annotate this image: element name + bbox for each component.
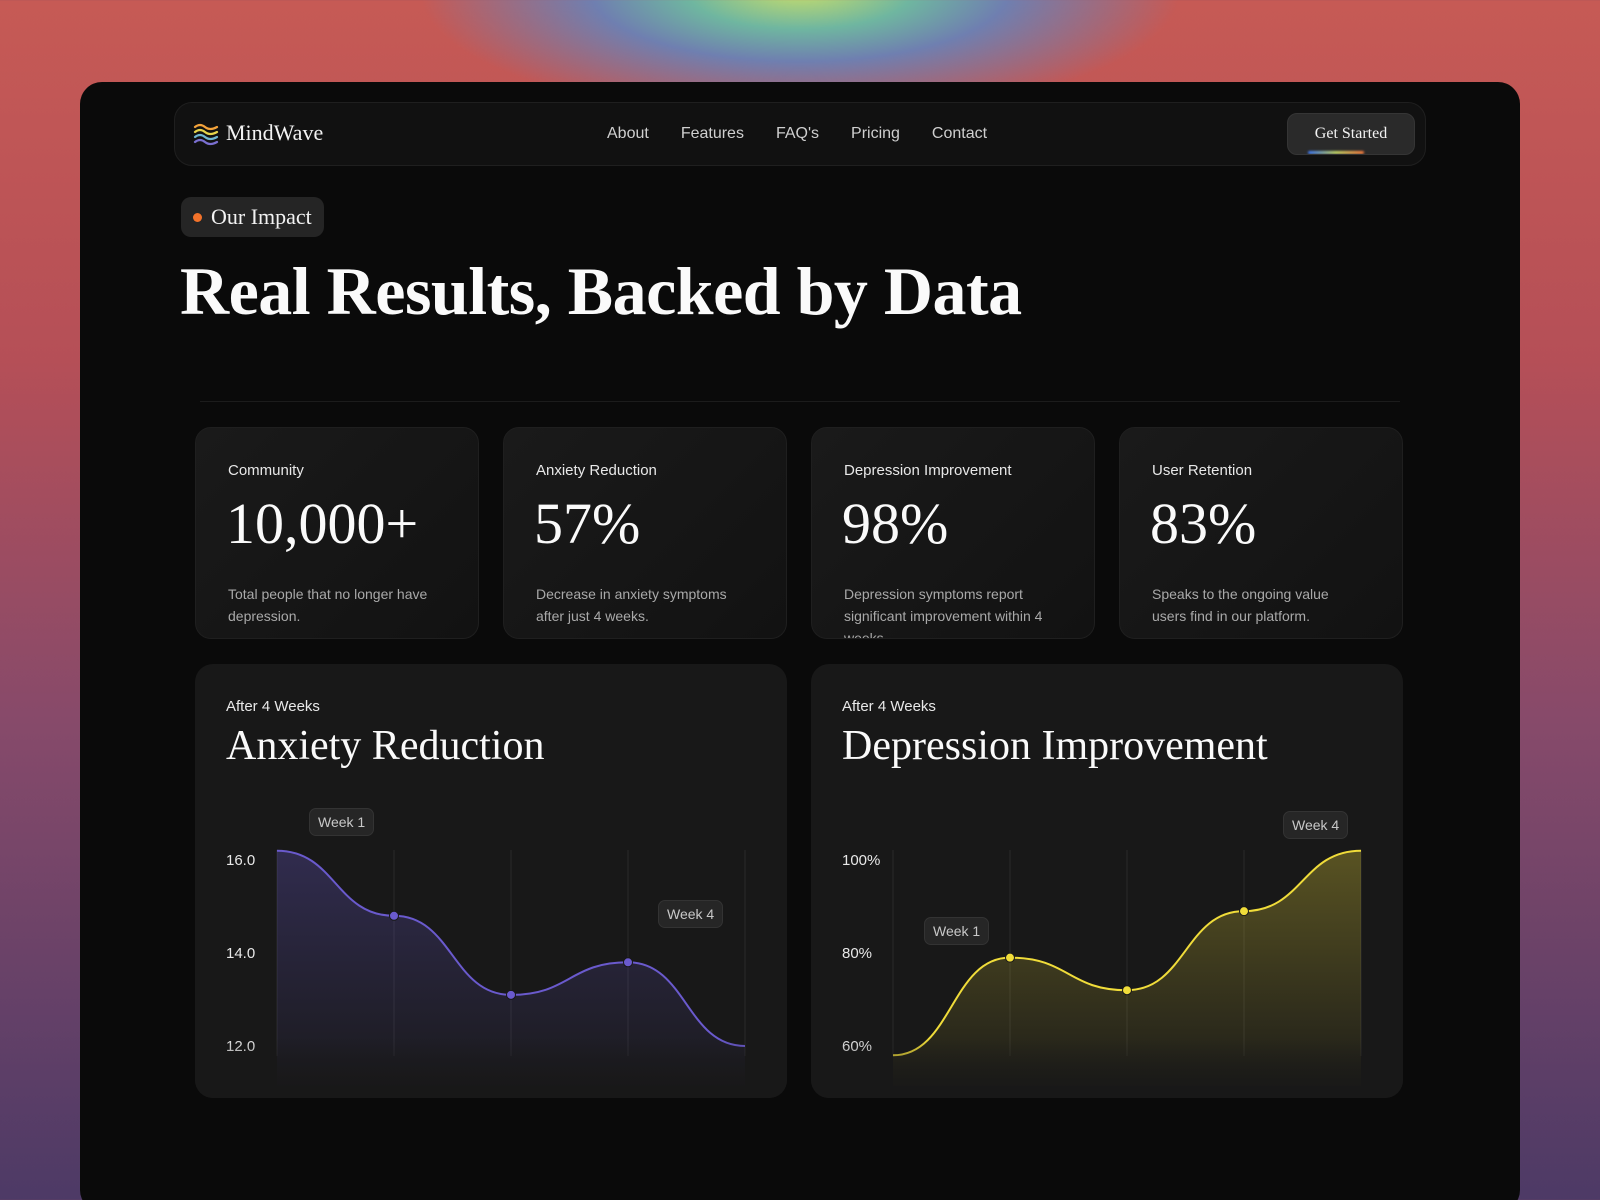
- stat-card-community: Community 10,000+ Total people that no l…: [195, 427, 479, 639]
- bottom-fade: [195, 1038, 787, 1098]
- depression-chart-card: After 4 Weeks Depression Improvement 100…: [811, 664, 1403, 1098]
- stat-description: Depression symptoms report significant i…: [844, 586, 1043, 639]
- nav-links: About Features FAQ's Pricing Contact: [607, 125, 987, 143]
- stat-label: Anxiety Reduction: [536, 462, 657, 479]
- anxiety-chart-card: After 4 Weeks Anxiety Reduction 16.0 14.0…: [195, 664, 787, 1098]
- stat-card-anxiety: Anxiety Reduction 57% Decrease in anxiet…: [503, 427, 787, 639]
- bottom-fade: [811, 1038, 1403, 1098]
- stat-card-depression: Depression Improvement 98% Depression sy…: [811, 427, 1095, 639]
- nav-link-about[interactable]: About: [607, 125, 649, 143]
- nav-link-features[interactable]: Features: [681, 125, 744, 143]
- y-tick-label: 16.0: [226, 852, 255, 869]
- y-tick-label: 14.0: [226, 945, 255, 962]
- badge-label: Our Impact: [211, 204, 312, 229]
- nav-link-contact[interactable]: Contact: [932, 125, 987, 143]
- stat-description: Total people that no longer have depress…: [228, 586, 428, 624]
- get-started-button[interactable]: Get Started: [1287, 113, 1415, 155]
- tooltip-week-1: Week 1: [924, 917, 990, 945]
- stat-label: Depression Improvement: [844, 462, 1012, 479]
- button-glow: [1308, 151, 1364, 154]
- brand-logo[interactable]: MindWave: [193, 120, 323, 146]
- tooltip-week-1: Week 1: [309, 808, 375, 836]
- data-point: [506, 989, 516, 1000]
- nav-link-pricing[interactable]: Pricing: [851, 125, 900, 143]
- wave-logo-icon: [193, 123, 219, 146]
- tooltip-week-4: Week 4: [1283, 811, 1349, 839]
- page-title: Real Results, Backed by Data: [180, 253, 1022, 329]
- stat-label: User Retention: [1152, 462, 1253, 479]
- app-window: MindWave About Features FAQ's Pricing Co…: [80, 82, 1520, 1200]
- y-tick-label: 100%: [842, 852, 880, 869]
- stat-description: Decrease in anxiety symptoms after just …: [536, 586, 727, 624]
- section-badge: Our Impact: [181, 197, 324, 237]
- brand-name: MindWave: [226, 120, 324, 145]
- stat-value: 83%: [1150, 491, 1257, 556]
- data-point: [1005, 952, 1015, 963]
- data-point: [1122, 985, 1132, 996]
- top-navbar: MindWave About Features FAQ's Pricing Co…: [174, 102, 1426, 166]
- data-point: [623, 957, 633, 968]
- depression-chart: 100%80%60%: [842, 849, 1362, 1086]
- stat-label: Community: [228, 462, 304, 479]
- stat-card-retention: User Retention 83% Speaks to the ongoing…: [1119, 427, 1403, 639]
- data-point: [389, 910, 399, 921]
- get-started-label: Get Started: [1314, 125, 1388, 142]
- stat-value: 57%: [534, 491, 641, 556]
- data-point: [1239, 906, 1249, 917]
- divider: [200, 401, 1400, 402]
- anxiety-chart: 16.014.012.0: [226, 849, 746, 1086]
- badge-dot-icon: [193, 212, 202, 222]
- y-tick-label: 80%: [842, 945, 872, 962]
- stat-value: 10,000+: [226, 491, 419, 556]
- stat-value: 98%: [842, 491, 949, 556]
- tooltip-week-4: Week 4: [658, 900, 724, 928]
- stat-description: Speaks to the ongoing value users find i…: [1152, 586, 1329, 624]
- nav-link-faqs[interactable]: FAQ's: [776, 125, 819, 143]
